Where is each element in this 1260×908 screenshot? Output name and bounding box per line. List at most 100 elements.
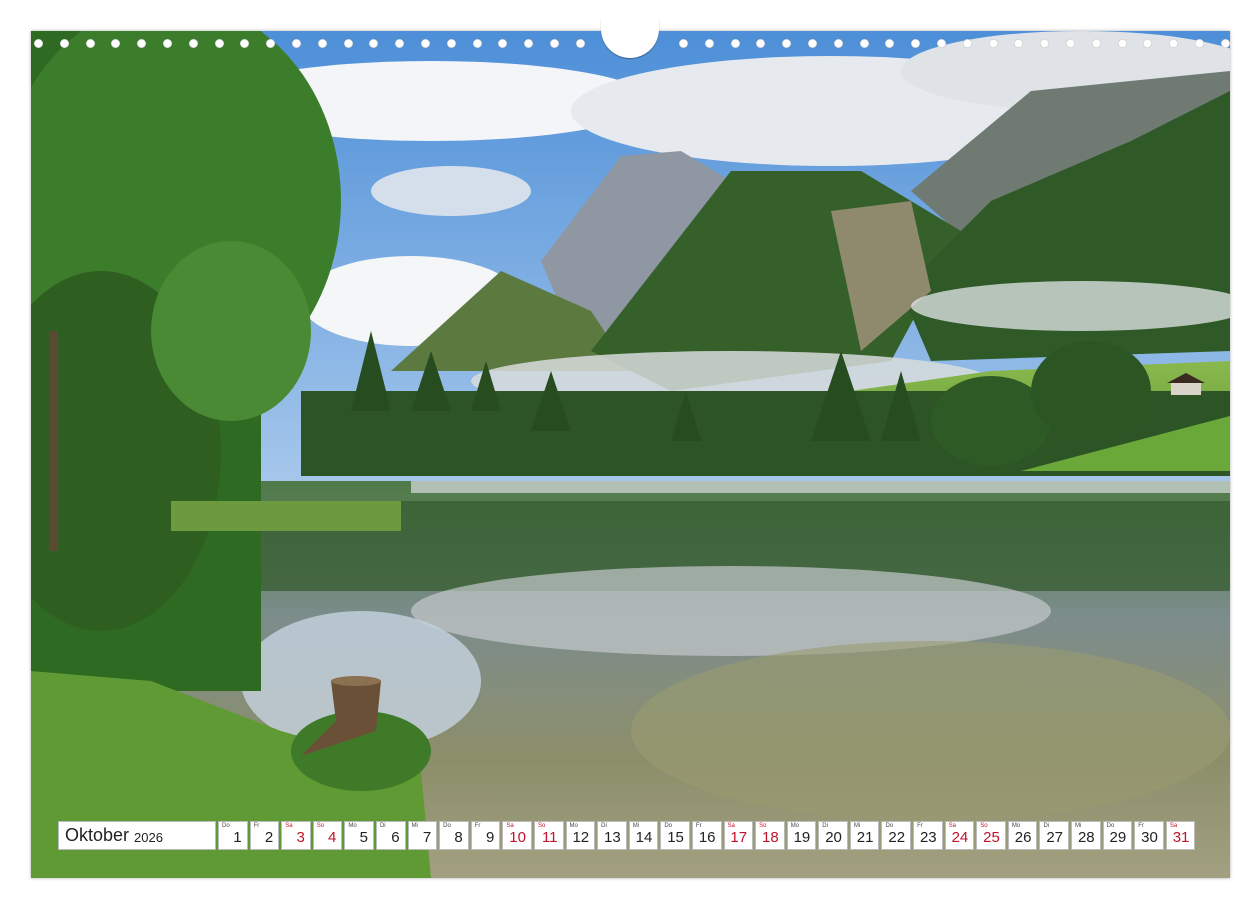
binding-hole-icon	[498, 39, 508, 48]
binding-hole-icon	[730, 39, 740, 48]
day-cell: Sa 10	[502, 821, 532, 850]
day-cell: Do 1	[218, 821, 248, 850]
binding-hole-icon	[214, 39, 224, 48]
day-cell: Sa 24	[944, 821, 975, 850]
day-cell: So 4	[312, 821, 343, 850]
binding-hole-icon	[808, 39, 817, 48]
binding-hole-icon	[85, 39, 95, 48]
day-number: 6	[391, 829, 400, 846]
day-cell: Mi 7	[407, 821, 438, 850]
day-cell: Mi 21	[849, 821, 880, 850]
binding-hole-icon	[833, 39, 843, 48]
day-number: 19	[793, 829, 811, 846]
binding-hole-icon	[343, 39, 353, 48]
binding-hole-icon	[859, 39, 869, 48]
landscape-photo	[31, 31, 1230, 878]
binding-hole-icon	[704, 39, 714, 48]
binding-hole-icon	[1117, 39, 1127, 48]
binding-hole-icon	[188, 39, 198, 48]
binding-hole-icon	[679, 39, 688, 48]
day-number: 26	[1014, 829, 1032, 846]
day-cell: So 18	[755, 821, 785, 850]
binding-hole-icon	[1091, 39, 1101, 48]
day-cell: Di 27	[1039, 821, 1070, 850]
day-number: 23	[919, 829, 937, 846]
binding-hole-icon	[524, 39, 534, 48]
binding-hole-icon	[137, 39, 147, 48]
day-cell: Fr 2	[249, 821, 280, 850]
day-number: 11	[541, 829, 558, 846]
month-label-box: Oktober 2026	[58, 821, 216, 850]
day-cell: Sa 31	[1165, 821, 1196, 850]
month-name: Oktober	[65, 825, 130, 845]
day-number: 29	[1109, 829, 1127, 846]
day-number: 2	[264, 829, 274, 846]
binding-hole-icon	[111, 39, 121, 48]
day-number: 20	[825, 829, 842, 846]
day-number: 5	[359, 829, 368, 846]
weekday-label: Di	[379, 823, 386, 829]
day-cell: Fr 16	[691, 821, 722, 850]
day-number: 3	[296, 829, 305, 846]
binding-hole-icon	[1014, 39, 1024, 48]
weekday-label: Mo	[348, 823, 357, 829]
day-cell: Mo 26	[1007, 821, 1038, 850]
day-number: 21	[856, 829, 874, 846]
binding-hole-icon	[34, 39, 43, 48]
calendar-strip: Oktober 2026 Do 1 Fr 2 Sa 3 So 4 Mo 5 Di 6 Mi 7 Do 8 Fr 9…	[58, 821, 1196, 850]
binding-hole-icon	[421, 39, 430, 48]
binding-hole-icon	[1040, 39, 1050, 48]
binding-hole-icon	[1066, 39, 1075, 48]
day-cell: Mo 5	[344, 821, 374, 850]
day-number: 31	[1172, 829, 1190, 846]
day-cell: Mo 19	[786, 821, 817, 850]
binding-hole-icon	[1195, 39, 1204, 48]
day-cell: Do 8	[439, 821, 469, 850]
weekday-label: Do	[443, 823, 451, 829]
day-number: 25	[983, 829, 1000, 846]
day-cell: Sa 17	[723, 821, 754, 850]
day-number: 17	[730, 829, 748, 846]
day-cell: Di 6	[375, 821, 406, 850]
day-number: 7	[422, 829, 432, 846]
binding-hole-icon	[317, 39, 327, 48]
binding-hole-icon	[59, 39, 69, 48]
weekday-label: Fr	[474, 823, 481, 829]
day-cell: Mo 12	[565, 821, 596, 850]
day-cell: Do 29	[1102, 821, 1133, 850]
binding-hole-icon	[472, 39, 482, 48]
binding-hole-icon	[369, 39, 379, 48]
day-number: 18	[762, 829, 779, 846]
binding-hole-icon	[1220, 39, 1230, 48]
binding-hole-icon	[575, 39, 585, 48]
binding-hole-icon	[1169, 39, 1179, 48]
weekday-label: Fr	[253, 823, 260, 829]
binding-hole-icon	[266, 39, 276, 48]
binding-hole-icon	[756, 39, 766, 48]
binding-hole-icon	[550, 39, 559, 48]
day-number: 13	[604, 829, 621, 846]
day-number: 9	[486, 829, 495, 846]
day-number: 14	[635, 829, 653, 846]
binding-hole-icon	[988, 39, 998, 48]
binding-hole-icon	[1143, 39, 1153, 48]
binding-hole-icon	[782, 39, 792, 48]
binding-hole-icon	[937, 39, 946, 48]
day-cell: Mi 28	[1071, 821, 1101, 850]
binding-hole-icon	[395, 39, 405, 48]
day-number: 12	[572, 829, 590, 846]
day-cell: Sa 3	[281, 821, 311, 850]
binding-hole-icon	[962, 39, 972, 48]
weekday-label: So	[316, 823, 325, 829]
day-number: 1	[233, 829, 242, 846]
day-cell: So 11	[533, 821, 564, 850]
day-cell: So 25	[976, 821, 1006, 850]
day-cell: Do 22	[881, 821, 912, 850]
day-cell: Fr 23	[913, 821, 943, 850]
weekday-label: Sa	[285, 823, 293, 829]
weekday-label: Do	[222, 823, 230, 829]
binding-hole-icon	[446, 39, 456, 48]
binding-hole-icon	[911, 39, 921, 48]
day-number: 22	[888, 829, 906, 846]
binding-hole-icon	[163, 39, 172, 48]
